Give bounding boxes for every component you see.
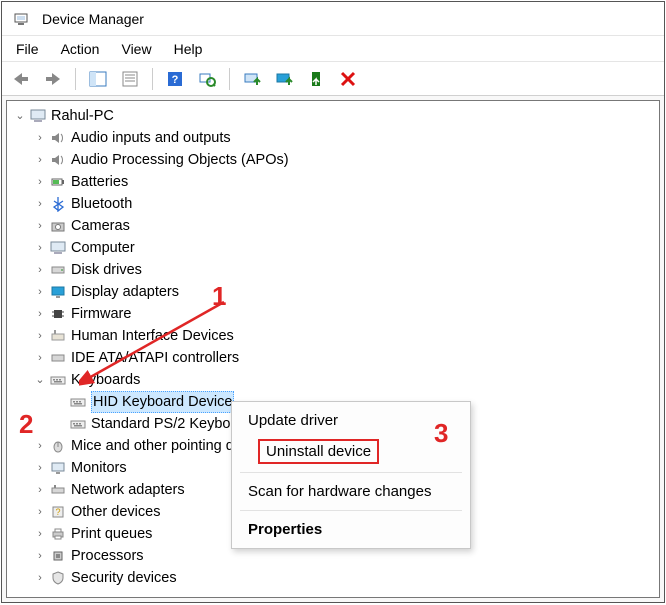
help-button[interactable]: ? (162, 66, 188, 92)
menu-file[interactable]: File (6, 38, 49, 60)
ctx-sep (240, 472, 462, 473)
menubar: File Action View Help (2, 36, 664, 62)
battery-icon (49, 173, 67, 191)
mouse-icon (49, 437, 67, 455)
expand-icon[interactable]: › (33, 193, 47, 215)
cat-audio-io[interactable]: ›Audio inputs and outputs (11, 127, 659, 149)
uninstall-highlight: Uninstall device (258, 439, 379, 464)
root-label: Rahul-PC (51, 105, 114, 127)
cat-disk[interactable]: ›Disk drives (11, 259, 659, 281)
ctx-properties[interactable]: Properties (232, 515, 470, 544)
shield-icon (49, 569, 67, 587)
back-button[interactable] (8, 66, 34, 92)
monitor-icon (49, 459, 67, 477)
expand-icon[interactable]: › (33, 457, 47, 479)
expand-icon[interactable]: › (33, 281, 47, 303)
uninstall-device-button[interactable] (335, 66, 361, 92)
expand-icon[interactable]: › (33, 523, 47, 545)
cat-batteries[interactable]: ›Batteries (11, 171, 659, 193)
expand-icon[interactable]: › (33, 435, 47, 457)
keyboard-icon (69, 415, 87, 433)
collapse-icon[interactable]: ⌄ (33, 369, 47, 391)
expand-icon[interactable]: › (33, 347, 47, 369)
hid-keyboard-label: HID Keyboard Device (91, 391, 234, 413)
toolbar-sep (75, 68, 76, 90)
cpu-icon (49, 547, 67, 565)
expand-icon[interactable]: › (33, 215, 47, 237)
tree-root[interactable]: ⌄ Rahul-PC (11, 105, 659, 127)
computer-icon (49, 239, 67, 257)
hid-icon (49, 327, 67, 345)
toolbar-sep (229, 68, 230, 90)
expand-icon[interactable]: › (33, 479, 47, 501)
window-title: Device Manager (42, 11, 144, 27)
enable-device-button[interactable] (303, 66, 329, 92)
toolbar: ? (2, 62, 664, 96)
cat-cameras[interactable]: ›Cameras (11, 215, 659, 237)
menu-view[interactable]: View (111, 38, 161, 60)
ctx-update-driver[interactable]: Update driver (232, 406, 470, 435)
expand-icon[interactable]: › (33, 325, 47, 347)
update-driver-alt-button[interactable] (271, 66, 297, 92)
expand-icon[interactable]: › (33, 545, 47, 567)
menu-help[interactable]: Help (164, 38, 213, 60)
titlebar: Device Manager (2, 2, 664, 36)
speaker-icon (49, 151, 67, 169)
cat-security[interactable]: ›Security devices (11, 567, 659, 589)
svg-text:?: ? (172, 74, 179, 86)
svg-text:?: ? (55, 507, 60, 517)
expand-icon[interactable]: › (33, 259, 47, 281)
cat-display[interactable]: ›Display adapters (11, 281, 659, 303)
expand-icon[interactable]: › (33, 567, 47, 589)
speaker-icon (49, 129, 67, 147)
bluetooth-icon (49, 195, 67, 213)
expand-icon[interactable]: › (33, 237, 47, 259)
cat-hid[interactable]: ›Human Interface Devices (11, 325, 659, 347)
keyboard-icon (69, 393, 87, 411)
toolbar-sep (152, 68, 153, 90)
menu-action[interactable]: Action (51, 38, 110, 60)
expand-icon[interactable]: › (33, 171, 47, 193)
expand-icon[interactable]: › (33, 303, 47, 325)
cat-bluetooth[interactable]: ›Bluetooth (11, 193, 659, 215)
scan-hardware-button[interactable] (194, 66, 220, 92)
drive-icon (49, 349, 67, 367)
show-hide-tree-button[interactable] (85, 66, 111, 92)
expand-icon[interactable]: › (33, 149, 47, 171)
disk-icon (49, 261, 67, 279)
context-menu: Update driver Uninstall device Scan for … (231, 401, 471, 549)
printer-icon (49, 525, 67, 543)
other-icon: ? (49, 503, 67, 521)
device-tree-panel: ⌄ Rahul-PC ›Audio inputs and outputs ›Au… (6, 100, 660, 598)
expand-icon[interactable]: › (33, 501, 47, 523)
cat-ide[interactable]: ›IDE ATA/ATAPI controllers (11, 347, 659, 369)
computer-icon (29, 107, 47, 125)
network-icon (49, 481, 67, 499)
ctx-scan-hardware[interactable]: Scan for hardware changes (232, 477, 470, 506)
cat-audio-proc[interactable]: ›Audio Processing Objects (APOs) (11, 149, 659, 171)
ctx-sep (240, 510, 462, 511)
expand-icon[interactable]: › (33, 127, 47, 149)
cat-computer[interactable]: ›Computer (11, 237, 659, 259)
ctx-uninstall-device[interactable]: Uninstall device (232, 435, 470, 468)
properties-button[interactable] (117, 66, 143, 92)
forward-button[interactable] (40, 66, 66, 92)
collapse-icon[interactable]: ⌄ (13, 105, 27, 127)
cat-firmware[interactable]: ›Firmware (11, 303, 659, 325)
cat-keyboards[interactable]: ⌄Keyboards (11, 369, 659, 391)
display-icon (49, 283, 67, 301)
devmgr-icon (12, 10, 30, 28)
update-driver-button[interactable] (239, 66, 265, 92)
keyboard-icon (49, 371, 67, 389)
chip-icon (49, 305, 67, 323)
device-manager-window: Device Manager File Action View Help ? ⌄… (1, 1, 665, 603)
camera-icon (49, 217, 67, 235)
